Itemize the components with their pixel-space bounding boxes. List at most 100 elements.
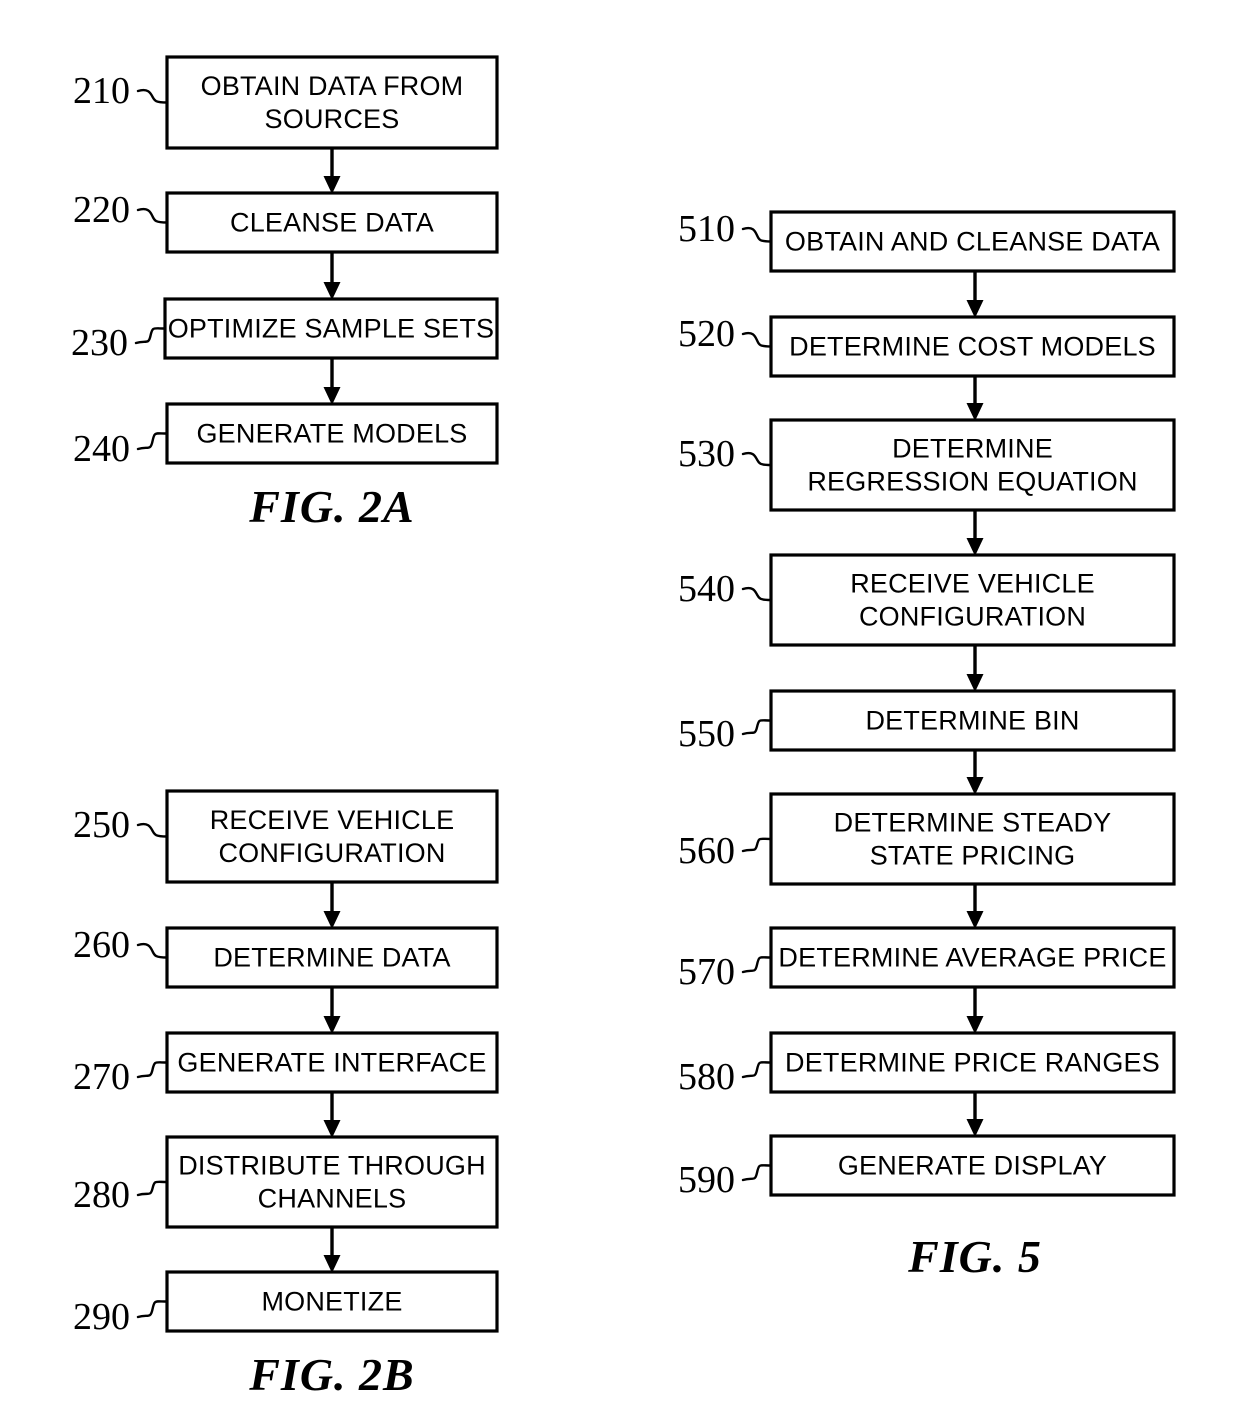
flow-box-label-270: GENERATE INTERFACE	[177, 1048, 486, 1078]
flow-box-label-570: DETERMINE AVERAGE PRICE	[778, 943, 1166, 973]
flow-box-label-550: DETERMINE BIN	[865, 706, 1079, 736]
flow-connector	[966, 376, 984, 421]
leader-line-550	[741, 719, 773, 736]
arrowhead-icon	[323, 911, 341, 929]
reference-numeral-560: 560	[678, 830, 735, 872]
reference-numeral-580: 580	[678, 1056, 735, 1098]
flow-box-label-590: GENERATE DISPLAY	[838, 1151, 1107, 1181]
flow-connector	[323, 148, 341, 194]
reference-numeral-510: 510	[678, 208, 735, 250]
flow-box-label-290: MONETIZE	[261, 1287, 402, 1317]
arrowhead-icon	[323, 176, 341, 194]
flow-step-520: DETERMINE COST MODELS 520	[678, 313, 1176, 378]
arrowhead-icon	[323, 1016, 341, 1034]
reference-numeral-550: 550	[678, 713, 735, 755]
arrowhead-icon	[323, 1120, 341, 1138]
leader-line-210	[136, 88, 169, 104]
patent-drawing-sheet: OBTAIN DATA FROM SOURCES 210 CLEANSE DATA 22…	[0, 0, 1240, 1414]
arrowhead-icon	[966, 403, 984, 421]
flow-box-label-580: DETERMINE PRICE RANGES	[785, 1048, 1160, 1078]
flow-connector	[966, 750, 984, 795]
arrowhead-icon	[323, 1255, 341, 1273]
flow-box-label-210: OBTAIN DATA FROM	[201, 71, 464, 101]
flow-step-270: GENERATE INTERFACE 270	[73, 1031, 499, 1098]
leader-line-220	[136, 207, 169, 224]
flow-connector	[966, 271, 984, 318]
arrowhead-icon	[966, 1016, 984, 1034]
flow-connector	[323, 1092, 341, 1138]
flow-box-label-250: RECEIVE VEHICLE	[210, 805, 455, 835]
reference-numeral-290: 290	[73, 1296, 130, 1338]
reference-numeral-590: 590	[678, 1159, 735, 1201]
flow-step-530: DETERMINEREGRESSION EQUATION 530	[678, 418, 1176, 512]
leader-line-540	[741, 586, 773, 602]
reference-numeral-240: 240	[73, 428, 130, 470]
flow-box-label-530: REGRESSION EQUATION	[807, 467, 1137, 497]
figures-canvas: OBTAIN DATA FROMSOURCES 210 CLEANSE DATA 22…	[71, 55, 1176, 1400]
arrowhead-icon	[323, 282, 341, 300]
reference-numeral-210: 210	[73, 70, 130, 112]
arrowhead-icon	[966, 777, 984, 795]
flow-box-label-220: CLEANSE DATA	[230, 208, 434, 238]
flow-connector	[966, 645, 984, 692]
flow-connector	[323, 358, 341, 405]
flow-connector	[323, 1227, 341, 1273]
flow-step-550: DETERMINE BIN 550	[678, 689, 1176, 755]
leader-line-590	[741, 1164, 773, 1182]
flow-step-220: CLEANSE DATA 220	[73, 189, 499, 254]
reference-numeral-570: 570	[678, 951, 735, 993]
flow-box-label-260: DETERMINE DATA	[213, 943, 450, 973]
figure-caption-fig-2b: FIG. 2B	[248, 1349, 414, 1400]
leader-line-250	[136, 822, 169, 838]
arrowhead-icon	[966, 300, 984, 318]
arrowhead-icon	[966, 674, 984, 692]
flow-step-590: GENERATE DISPLAY 590	[678, 1134, 1176, 1201]
flow-step-210: OBTAIN DATA FROMSOURCES 210	[73, 55, 499, 150]
flow-box-label-560: DETERMINE STEADY	[834, 808, 1112, 838]
flow-step-240: GENERATE MODELS 240	[73, 402, 499, 470]
flow-box-label-280: DISTRIBUTE THROUGH	[178, 1151, 486, 1181]
leader-line-530	[741, 451, 773, 467]
reference-numeral-270: 270	[73, 1056, 130, 1098]
flow-connector	[966, 884, 984, 929]
reference-numeral-260: 260	[73, 924, 130, 966]
flow-box-label-530: DETERMINE	[892, 434, 1053, 464]
flow-step-260: DETERMINE DATA 260	[73, 924, 499, 989]
figure-caption-fig-5: FIG. 5	[907, 1231, 1042, 1282]
reference-numeral-250: 250	[73, 804, 130, 846]
flow-box-label-250: CONFIGURATION	[218, 838, 445, 868]
reference-numeral-530: 530	[678, 433, 735, 475]
leader-line-240	[136, 432, 169, 451]
arrowhead-icon	[966, 1119, 984, 1137]
reference-numeral-280: 280	[73, 1174, 130, 1216]
flow-connector	[323, 882, 341, 929]
leader-line-580	[741, 1061, 773, 1079]
arrowhead-icon	[966, 538, 984, 556]
leader-line-230	[134, 327, 167, 345]
flow-connector	[966, 987, 984, 1034]
flow-connector	[966, 510, 984, 556]
flow-box-label-210: SOURCES	[265, 104, 400, 134]
flow-connector	[323, 252, 341, 300]
flow-step-570: DETERMINE AVERAGE PRICE 570	[678, 926, 1176, 993]
flow-box-label-240: GENERATE MODELS	[196, 419, 467, 449]
flow-step-280: DISTRIBUTE THROUGHCHANNELS 280	[73, 1135, 499, 1229]
figure-fig-2a: OBTAIN DATA FROMSOURCES 210 CLEANSE DATA 22…	[71, 55, 499, 532]
reference-numeral-230: 230	[71, 322, 128, 364]
leader-line-510	[741, 226, 773, 243]
flow-step-540: RECEIVE VEHICLECONFIGURATION 540	[678, 553, 1176, 647]
flow-box-label-540: CONFIGURATION	[859, 602, 1086, 632]
flow-step-580: DETERMINE PRICE RANGES 580	[678, 1031, 1176, 1098]
reference-numeral-220: 220	[73, 189, 130, 231]
flow-step-230: OPTIMIZE SAMPLE SETS 230	[71, 297, 499, 364]
figure-fig-2b: RECEIVE VEHICLECONFIGURATION 250 DETERMINE…	[73, 789, 499, 1400]
leader-line-570	[741, 956, 773, 974]
flow-box-label-520: DETERMINE COST MODELS	[789, 332, 1156, 362]
flow-step-290: MONETIZE 290	[73, 1270, 499, 1338]
flow-box-label-560: STATE PRICING	[870, 841, 1076, 871]
figure-caption-fig-2a: FIG. 2A	[248, 481, 414, 532]
figure-fig-5: OBTAIN AND CLEANSE DATA 510 DETERMINE COST…	[678, 208, 1176, 1282]
leader-line-520	[741, 331, 773, 348]
flow-box-label-510: OBTAIN AND CLEANSE DATA	[785, 227, 1160, 257]
leader-line-290	[136, 1300, 169, 1319]
